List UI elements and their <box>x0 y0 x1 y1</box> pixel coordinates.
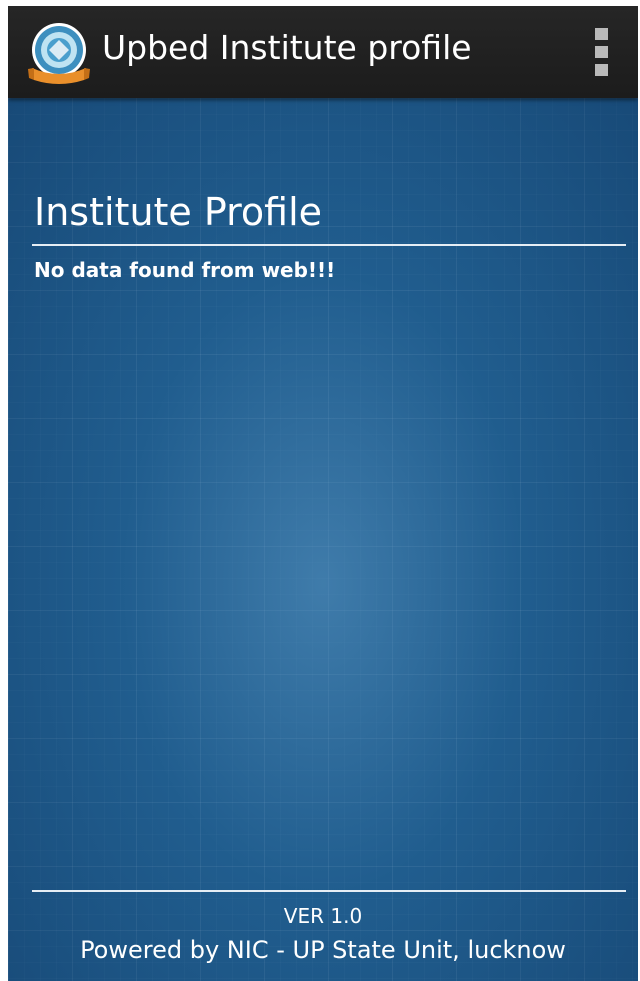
version-label: VER 1.0 <box>283 904 363 928</box>
footer-divider <box>32 890 626 892</box>
app-logo-icon[interactable] <box>26 22 92 86</box>
status-message: No data found from web!!! <box>34 258 336 282</box>
title-divider <box>32 244 626 246</box>
page-title: Institute Profile <box>34 190 323 234</box>
overflow-menu-icon[interactable] <box>580 24 624 80</box>
app-title: Upbed Institute profile <box>102 28 472 67</box>
app-screen: Upbed Institute profile Institute Profil… <box>8 6 638 981</box>
powered-by-label: Powered by NIC - UP State Unit, lucknow <box>80 936 566 964</box>
action-bar: Upbed Institute profile <box>8 6 638 98</box>
content-area: Institute Profile No data found from web… <box>8 98 638 981</box>
